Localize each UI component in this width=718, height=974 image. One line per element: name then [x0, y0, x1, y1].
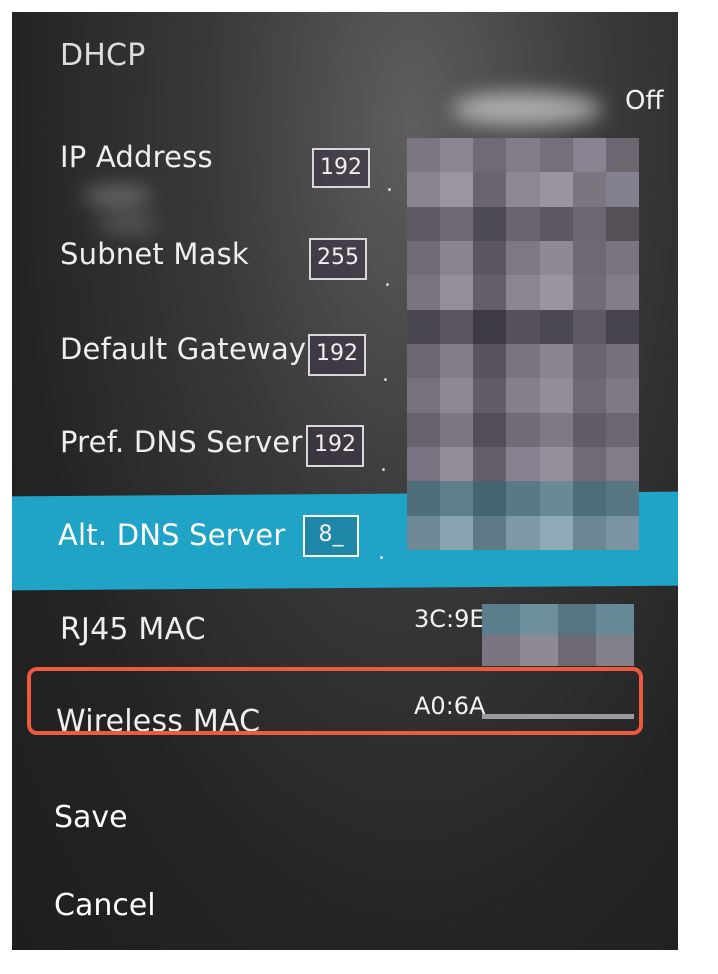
- subnet-mask-octet-1[interactable]: 255: [309, 238, 367, 280]
- pref-dns-octet-1[interactable]: 192: [306, 425, 364, 467]
- subnet-mask-label[interactable]: Subnet Mask: [60, 237, 249, 271]
- alt-dns-separator: .: [378, 540, 385, 565]
- ip-address-separator: .: [386, 172, 393, 197]
- alt-dns-octet-1[interactable]: 8_: [303, 515, 359, 557]
- default-gateway-octet-1[interactable]: 192: [308, 334, 366, 376]
- save-button[interactable]: Save: [54, 800, 128, 835]
- ip-address-octet-1[interactable]: 192: [312, 148, 370, 188]
- dhcp-value[interactable]: Off: [625, 86, 663, 116]
- ip-address-label[interactable]: IP Address: [60, 140, 213, 174]
- pref-dns-label[interactable]: Pref. DNS Server: [60, 425, 303, 459]
- cancel-button[interactable]: Cancel: [54, 888, 156, 923]
- redaction-mosaic: [407, 138, 639, 550]
- dhcp-label[interactable]: DHCP: [60, 38, 146, 73]
- light-reflection: [82, 187, 152, 205]
- wireless-mac-callout-box: [27, 667, 643, 735]
- default-gateway-separator: .: [382, 362, 389, 387]
- rj45-mac-label[interactable]: RJ45 MAC: [60, 612, 206, 647]
- default-gateway-label[interactable]: Default Gateway: [60, 332, 306, 366]
- light-reflection: [97, 217, 157, 231]
- pref-dns-separator: .: [380, 452, 387, 477]
- tv-screen-photo: DHCP Off IP Address 192 . Subnet Mask 25…: [12, 12, 678, 950]
- light-reflection: [452, 92, 602, 126]
- rj45-mac-value: 3C:9E: [414, 605, 485, 633]
- redaction-mosaic: [482, 604, 634, 666]
- subnet-mask-separator: .: [384, 267, 391, 292]
- alt-dns-label[interactable]: Alt. DNS Server: [58, 518, 285, 552]
